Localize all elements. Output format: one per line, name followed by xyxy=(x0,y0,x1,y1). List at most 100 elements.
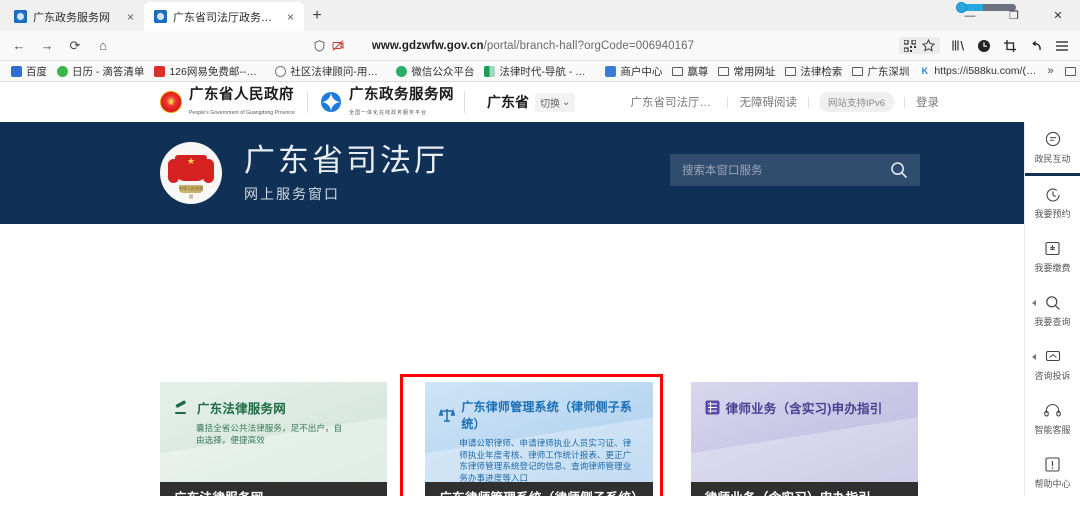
bookmark-item[interactable]: 126网易免费邮--你的… xyxy=(149,64,270,79)
bookmark-label: 社区法律顾问-用户登陆 xyxy=(290,65,386,78)
history-icon[interactable] xyxy=(976,38,992,54)
page-subtitle: 网上服务窗口 xyxy=(244,186,340,202)
rail-item-complaint[interactable]: 咨询投诉 xyxy=(1025,338,1080,392)
right-rail: 政民互动 我要预约 我要缴费 我要查询 咨询投诉 智能客服 帮助中心 xyxy=(1024,122,1080,496)
region-switch-button[interactable]: 切换 ⌄ xyxy=(534,92,576,112)
window-controls: — ❐ ✕ xyxy=(948,0,1080,31)
bookmark-item[interactable]: 法律时代-导航 - 法律… xyxy=(479,64,600,79)
card-heading: 广东律师管理系统（律师侧子系统） xyxy=(439,398,638,432)
ipv6-badge: 网站支持IPv6 xyxy=(818,92,894,112)
service-card-lawyer-system[interactable]: 广东律师管理系统（律师侧子系统） 申请公职律师、申请律师执业人员实习证、律师执业… xyxy=(425,382,653,496)
rail-item-label: 我要查询 xyxy=(1034,317,1071,327)
site-icon xyxy=(396,65,408,77)
rail-item-appointment[interactable]: 我要预约 xyxy=(1025,176,1080,230)
qr-code-icon[interactable] xyxy=(904,39,916,52)
bookmark-item[interactable]: 日历 - 滴答清单 xyxy=(52,64,149,79)
rail-item-payment[interactable]: 我要缴费 xyxy=(1025,230,1080,284)
undo-icon[interactable] xyxy=(1028,38,1044,54)
browser-tab-2[interactable]: 广东省司法厅政务服务-广东政务… × xyxy=(144,2,304,31)
close-icon[interactable]: × xyxy=(285,11,296,23)
search-input[interactable]: 搜索本窗口服务 xyxy=(670,154,920,186)
screenshot-icon[interactable] xyxy=(1002,38,1018,54)
rail-item-smart-service[interactable]: 智能客服 xyxy=(1025,392,1080,446)
site-header: 广东省人民政府 People's Government of Guangdong… xyxy=(0,82,1080,122)
region-selector[interactable]: 广东省 切换 ⌄ xyxy=(487,92,576,112)
header-divider xyxy=(306,91,308,113)
gov-logo-line2: People's Government of Guangdong Provinc… xyxy=(189,109,295,116)
card-description: 申请公职律师、申请律师执业人员实习证、律师执业年度考核、律师工作统计报表、更正广… xyxy=(459,438,632,482)
bookmark-folder[interactable]: 法律检索 xyxy=(780,64,847,79)
login-link[interactable]: 登录 xyxy=(905,94,950,110)
help-icon xyxy=(1045,456,1060,473)
service-card-legal-network[interactable]: 广东法律服务网 囊括全省公共法律服务，足不出户，自由选择，便捷高效 广东法律服务… xyxy=(160,382,388,496)
bookmark-folder[interactable]: 赢尊 xyxy=(667,64,713,79)
rail-item-query[interactable]: 我要查询 xyxy=(1025,284,1080,338)
bookmark-folder-other[interactable]: 其他书签 xyxy=(1060,64,1080,79)
message-icon xyxy=(1045,348,1061,365)
portal-logo-text: 广东政务服务网 全国一体化在线政务服务平台 xyxy=(349,87,454,117)
bookmark-label: 赢尊 xyxy=(687,65,709,78)
card-footer-label[interactable]: 律师业务（含实习）申办指引 xyxy=(690,482,918,496)
emblem-inner: 中华人民共和国 xyxy=(168,153,214,199)
library-icon[interactable] xyxy=(950,38,966,54)
bookmark-item[interactable]: 社区法律顾问-用户登陆 xyxy=(270,64,391,79)
bookmark-label: 常用网址 xyxy=(733,65,776,78)
page-title: 广东省司法厅 xyxy=(244,143,448,178)
bookmark-item[interactable]: 微信公众平台 xyxy=(391,64,479,79)
card-footer-label[interactable]: 广东律师管理系统（律师侧子系统） xyxy=(425,482,653,496)
bookmark-label: 法律时代-导航 - 法律… xyxy=(499,65,596,78)
card-body: 广东律师管理系统（律师侧子系统） 申请公职律师、申请律师执业人员实习证、律师执业… xyxy=(425,382,653,482)
card-heading: 律师业务（含实习)申办指引 xyxy=(705,398,904,417)
chat-bubble-icon xyxy=(1045,131,1061,148)
header-divider xyxy=(807,96,809,108)
no-camera-icon[interactable] xyxy=(332,39,344,52)
bookmark-item[interactable]: 商户中心 xyxy=(600,64,667,79)
search-icon[interactable] xyxy=(890,161,908,179)
bookmark-folder[interactable]: 常用网址 xyxy=(713,64,780,79)
card-title: 广东律师管理系统（律师侧子系统） xyxy=(461,400,633,431)
globe-icon xyxy=(14,10,27,23)
bookmarks-overflow-icon[interactable]: » xyxy=(1041,65,1059,77)
reload-icon[interactable]: ⟳ xyxy=(62,34,88,58)
bookmark-label: 广东深圳 xyxy=(867,65,910,78)
bookmark-label: 法律检索 xyxy=(800,65,843,78)
back-icon[interactable]: ← xyxy=(6,34,32,58)
close-icon[interactable]: × xyxy=(125,11,136,23)
card-title: 律师业务（含实习)申办指引 xyxy=(725,402,883,416)
bookmark-label: 126网易免费邮--你的… xyxy=(169,65,265,78)
folder-icon xyxy=(852,67,864,76)
card-footer-label[interactable]: 广东法律服务网 xyxy=(160,482,388,496)
bookmark-item[interactable]: Khttps://i588ku.com/(… xyxy=(914,65,1041,77)
address-bar[interactable]: www.gdzwfw.gov.cn/portal/branch-hall?org… xyxy=(126,35,940,57)
browser-tab-1[interactable]: 广东政务服务网 × xyxy=(4,2,144,31)
header-link-accessibility[interactable]: 无障碍阅读 xyxy=(728,94,808,110)
forward-icon[interactable]: → xyxy=(34,34,60,58)
site-icon xyxy=(154,65,166,77)
rail-item-help[interactable]: 帮助中心 xyxy=(1025,446,1080,496)
header-links: 广东省司法厅门户… 无障碍阅读 网站支持IPv6 登录 xyxy=(619,92,1080,112)
bookmark-item[interactable]: 百度 xyxy=(6,64,52,79)
url-path: /portal/branch-hall?orgCode=006940167 xyxy=(483,39,695,52)
service-card-lawyer-guide[interactable]: 律师业务（含实习)申办指引 律师业务（含实习）申办指引 xyxy=(690,382,918,496)
menu-icon[interactable] xyxy=(1054,38,1070,54)
headset-icon xyxy=(1044,402,1061,419)
card-title: 广东法律服务网 xyxy=(197,402,286,416)
new-tab-button[interactable]: + xyxy=(304,3,330,29)
gavel-icon xyxy=(174,399,191,416)
restore-icon[interactable]: ❐ xyxy=(992,0,1036,31)
star-icon[interactable] xyxy=(922,39,935,52)
address-bar-icons xyxy=(314,39,344,52)
home-icon[interactable]: ⌂ xyxy=(90,34,116,58)
card-body: 广东法律服务网 囊括全省公共法律服务，足不出户，自由选择，便捷高效 xyxy=(160,382,388,482)
close-icon[interactable]: ✕ xyxy=(1036,0,1080,31)
portal-logo[interactable]: 广东政务服务网 全国一体化在线政务服务平台 xyxy=(320,87,454,117)
bookmark-folder[interactable]: 广东深圳 xyxy=(847,64,914,79)
url-text: www.gdzwfw.gov.cn/portal/branch-hall?org… xyxy=(372,40,694,52)
rail-item-interaction[interactable]: 政民互动 xyxy=(1025,122,1080,176)
caret-left-icon xyxy=(1032,300,1036,306)
gov-logo[interactable]: 广东省人民政府 People's Government of Guangdong… xyxy=(160,87,295,117)
minimize-icon[interactable]: — xyxy=(948,0,992,31)
header-link-portal[interactable]: 广东省司法厅门户… xyxy=(619,94,727,110)
bookmark-label: 商户中心 xyxy=(620,65,663,78)
site-icon xyxy=(484,65,496,77)
